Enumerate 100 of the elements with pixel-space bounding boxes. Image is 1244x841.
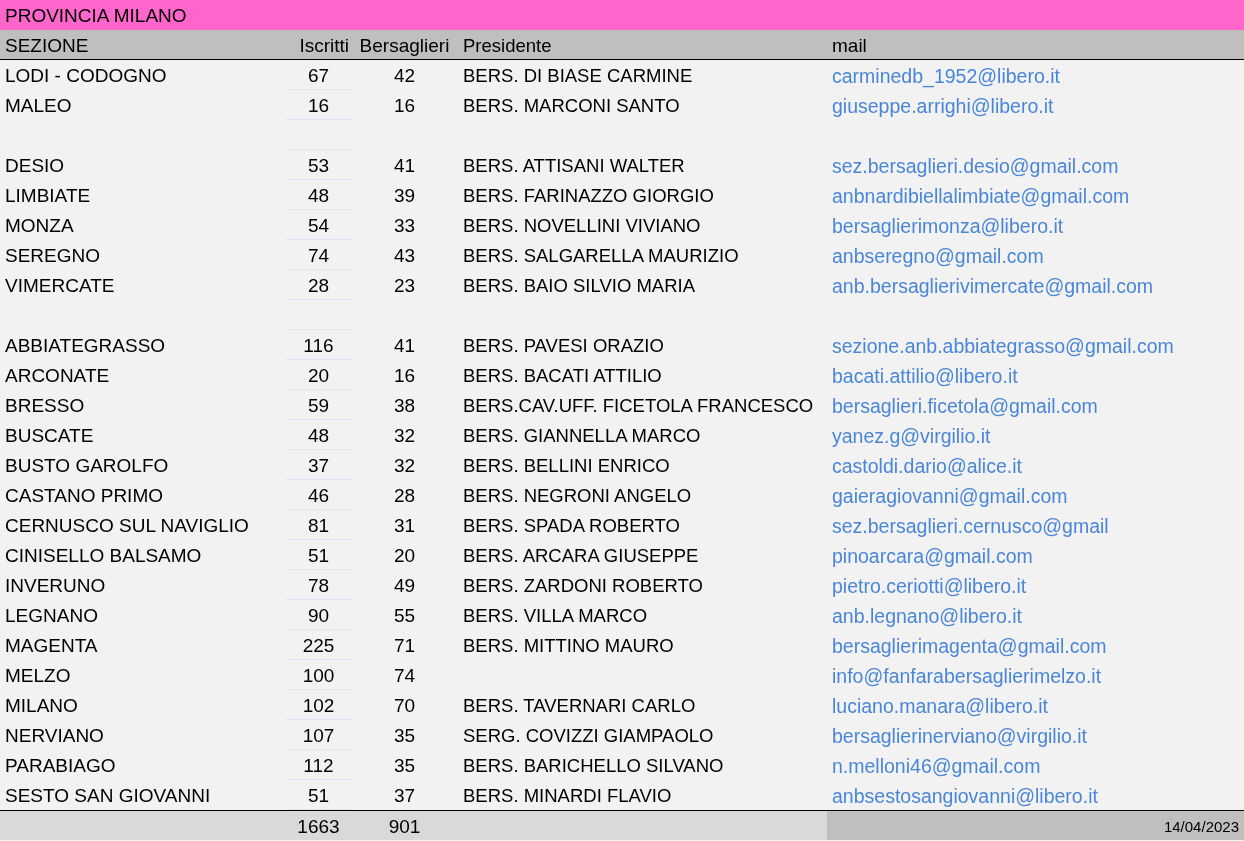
table-cell-text: 16 (392, 94, 417, 118)
email-link[interactable]: carminedb_1952@libero.it (832, 65, 1060, 87)
table-cell: 51 (285, 780, 352, 810)
table-cell-text: BERS. DI BIASE CARMINE (462, 64, 694, 88)
table-cell: 102 (285, 690, 352, 720)
table-cell-text: BUSTO GAROLFO (4, 454, 170, 478)
table-cell-text: MAGENTA (4, 634, 99, 658)
table-cell-text: ARCONATE (4, 364, 111, 388)
table-cell-text: BERS. ZARDONI ROBERTO (462, 574, 704, 598)
email-link[interactable]: n.melloni46@gmail.com (832, 755, 1041, 777)
email-link[interactable]: sezione.anb.abbiategrasso@gmail.com (832, 335, 1174, 357)
table-cell-text: BERS. MITTINO MAURO (462, 634, 675, 658)
email-link[interactable]: anb.bersaglierivimercate@gmail.com (832, 275, 1154, 297)
total-cell: 1663 (285, 811, 352, 840)
table-cell: 81 (285, 510, 352, 540)
table-cell-text: 33 (392, 214, 417, 238)
table-cell-text: BERS.CAV.UFF. FICETOLA FRANCESCO (462, 394, 815, 418)
email-link[interactable]: anbsestosangiovanni@libero.it (832, 785, 1098, 807)
table-cell-text: CERNUSCO SUL NAVIGLIO (4, 514, 250, 538)
email-link[interactable]: luciano.manara@libero.it (832, 695, 1048, 717)
table-cell-text: BERS. VILLA MARCO (462, 604, 649, 628)
table-cell: 54 (285, 210, 352, 240)
table-cell-text: BUSCATE (4, 424, 95, 448)
table-cell-text: BERS. MARCONI SANTO (462, 94, 681, 118)
table-cell: 100 (285, 660, 352, 690)
table-cell-text: MONZA (4, 214, 75, 238)
email-link[interactable]: pinoarcara@gmail.com (832, 545, 1033, 567)
table-cell-text: DESIO (4, 154, 66, 178)
table-cell-text: BERS. GIANNELLA MARCO (462, 424, 702, 448)
email-link[interactable]: castoldi.dario@alice.it (832, 455, 1022, 477)
table-cell-text: 35 (392, 754, 417, 778)
table-cell-text: BERS. PAVESI ORAZIO (462, 334, 665, 358)
table-cell-text: ABBIATEGRASSO (4, 334, 167, 358)
column-header: mail (831, 34, 868, 58)
table-cell-text: BERS. ARCARA GIUSEPPE (462, 544, 700, 568)
date-cell: 14/04/2023 (827, 811, 1244, 840)
column-header: Bersaglieri (358, 34, 451, 58)
email-link[interactable]: bersaglierinerviano@virgilio.it (832, 725, 1087, 747)
table-cell-text: BERS. BAIO SILVIO MARIA (462, 274, 696, 298)
table-cell-text: 20 (392, 544, 417, 568)
table-cell-text: NERVIANO (4, 724, 105, 748)
table-cell-text: 55 (392, 604, 417, 628)
table-cell-text: BERS. FARINAZZO GIORGIO (462, 184, 715, 208)
email-link[interactable]: anbseregno@gmail.com (832, 245, 1044, 267)
email-link[interactable]: bersaglierimonza@libero.it (832, 215, 1064, 237)
table-cell: 59 (285, 390, 352, 420)
email-link[interactable]: info@fanfarabersaglierimelzo.it (832, 665, 1102, 687)
table-cell-text: 49 (392, 574, 417, 598)
table-cell-text: 70 (392, 694, 417, 718)
table-cell-text: SEREGNO (4, 244, 102, 268)
table-cell-text: BERS. BARICHELLO SILVANO (462, 754, 725, 778)
table-cell-text: VIMERCATE (4, 274, 116, 298)
table-cell-text: SESTO SAN GIOVANNI (4, 784, 212, 808)
table-cell: 67 (285, 60, 352, 90)
table-cell: 20 (285, 360, 352, 390)
email-link[interactable]: yanez.g@virgilio.it (832, 425, 991, 447)
table-cell-text: CASTANO PRIMO (4, 484, 164, 508)
table-cell-text: 42 (392, 64, 417, 88)
table-cell-text: 41 (392, 154, 417, 178)
table-cell: 53 (285, 150, 352, 180)
table-cell-text: BERS. SALGARELLA MAURIZIO (462, 244, 740, 268)
email-link[interactable]: giuseppe.arrighi@libero.it (832, 95, 1054, 117)
table-cell-text: BERS. ATTISANI WALTER (462, 154, 686, 178)
table-cell-text: MILANO (4, 694, 79, 718)
table-cell-text: CINISELLO BALSAMO (4, 544, 203, 568)
table-cell-text: SERG. COVIZZI GIAMPAOLO (462, 724, 715, 748)
table-cell: 112 (285, 750, 352, 780)
table-cell: 107 (285, 720, 352, 750)
table-cell-text: 43 (392, 244, 417, 268)
table-cell-text: LEGNANO (4, 604, 99, 628)
table-cell-text: BERS. SPADA ROBERTO (462, 514, 681, 538)
email-link[interactable]: bersaglierimagenta@gmail.com (832, 635, 1107, 657)
sheet-title: PROVINCIA MILANO (0, 0, 1244, 30)
table-cell-text: 28 (392, 484, 417, 508)
email-link[interactable]: sez.bersaglieri.cernusco@gmail (832, 515, 1109, 537)
email-link[interactable]: bersaglieri.ficetola@gmail.com (832, 395, 1098, 417)
table-cell-text: 71 (392, 634, 417, 658)
email-link[interactable]: sez.bersaglieri.desio@gmail.com (832, 155, 1119, 177)
email-link[interactable]: anb.legnano@libero.it (832, 605, 1022, 627)
email-link[interactable]: anbnardibiellalimbiate@gmail.com (832, 185, 1130, 207)
email-link[interactable]: bacati.attilio@libero.it (832, 365, 1018, 387)
table-cell-text: BERS. BELLINI ENRICO (462, 454, 671, 478)
table-cell-text: 23 (392, 274, 417, 298)
table-cell-text: 32 (392, 454, 417, 478)
table-cell-text: INVERUNO (4, 574, 107, 598)
table-cell-text: BERS. BACATI ATTILIO (462, 364, 663, 388)
total-cell: 901 (352, 811, 457, 840)
column-header: SEZIONE (4, 34, 90, 58)
column-header: Presidente (462, 34, 553, 58)
table-cell: 28 (285, 270, 352, 300)
table-cell: 74 (285, 240, 352, 270)
table-cell-text: 38 (392, 394, 417, 418)
table-cell-text: BERS. TAVERNARI CARLO (462, 694, 697, 718)
table-cell: 225 (285, 630, 352, 660)
table-cell-text: MELZO (4, 664, 72, 688)
table-cell-text: BERS. MINARDI FLAVIO (462, 784, 673, 808)
table-cell-text: 37 (392, 784, 417, 808)
email-link[interactable]: gaieragiovanni@gmail.com (832, 485, 1068, 507)
email-link[interactable]: pietro.ceriotti@libero.it (832, 575, 1027, 597)
table-cell: 51 (285, 540, 352, 570)
